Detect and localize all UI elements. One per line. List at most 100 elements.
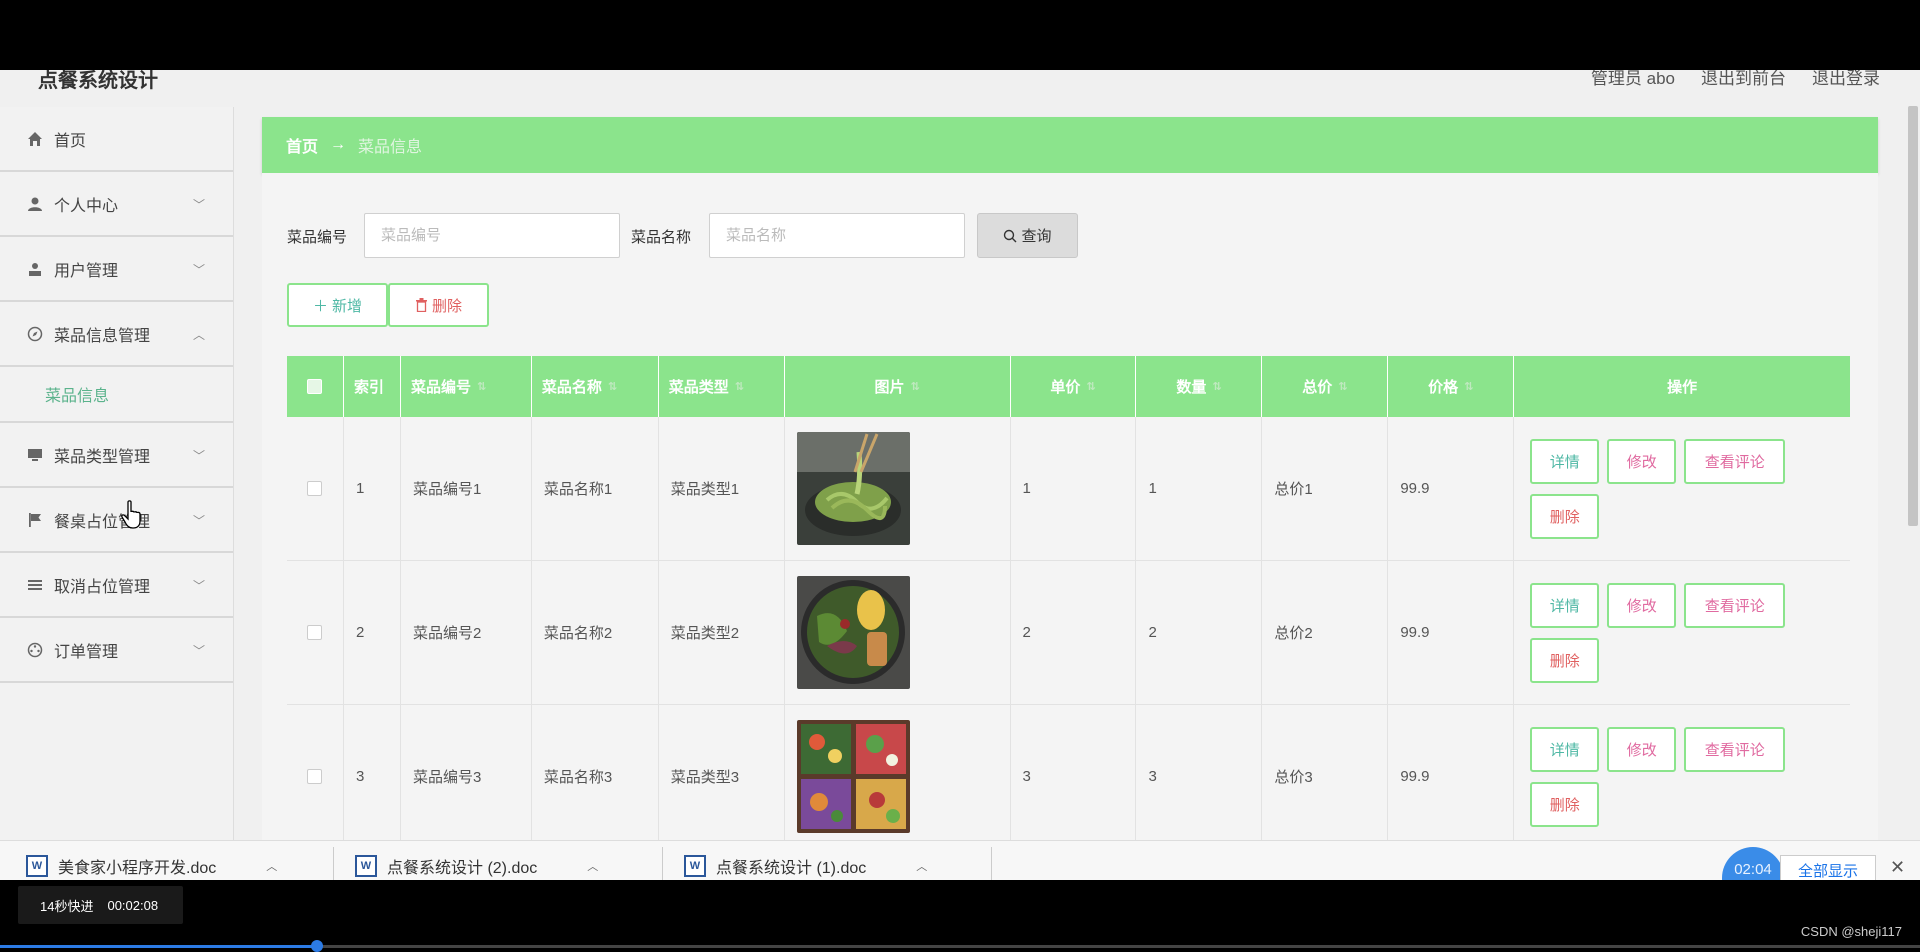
edit-button[interactable]: 修改 [1607, 438, 1677, 484]
delete-row-button[interactable]: 删除 [1530, 493, 1600, 539]
column-header[interactable]: 总价 ⇅ [1262, 356, 1389, 417]
index-cell: 3 [344, 705, 401, 848]
total-cell: 总价1 [1262, 417, 1389, 560]
dish-name-label: 菜品名称 [631, 229, 692, 246]
row-checkbox[interactable] [307, 625, 323, 640]
operations-group: 详情 修改 查看评论 删除 [1526, 582, 1796, 683]
chevron-up-icon[interactable]: ︿ [587, 858, 598, 874]
add-button[interactable]: ＋ 新增 [287, 283, 388, 327]
chevron-up-icon[interactable]: ︿ [266, 858, 277, 874]
search-icon [1004, 229, 1017, 242]
view-comments-button[interactable]: 查看评论 [1684, 582, 1786, 628]
vertical-scrollbar[interactable] [1906, 106, 1920, 880]
word-doc-icon: W [355, 855, 377, 877]
breadcrumb-home-link[interactable]: 首页 [286, 133, 318, 157]
select-all-checkbox[interactable] [307, 379, 323, 394]
search-button[interactable]: 查询 [977, 213, 1078, 258]
scrollbar-thumb[interactable] [1908, 106, 1918, 526]
dish-code-input[interactable] [364, 213, 620, 258]
admin-name: 管理员 abo [1590, 70, 1675, 88]
site-title: 点餐系统设计 [38, 70, 158, 92]
sidebar-item-order-management[interactable]: 订单管理 ﹀ [0, 618, 233, 683]
download-filename: 点餐系统设计 (1).doc [716, 860, 867, 877]
header-links: 管理员 abo 退出到前台 退出登录 [1591, 70, 1880, 89]
sidebar-item-dish-type-management[interactable]: 菜品类型管理 ﹀ [0, 423, 233, 488]
show-all-downloads-button[interactable]: 全部显示 [1780, 855, 1876, 880]
total-cell: 总价3 [1262, 705, 1389, 848]
column-header[interactable]: 价格 ⇅ [1388, 356, 1515, 417]
dish-name-input[interactable] [709, 213, 965, 258]
table-header: 索引 菜品编号 ⇅ 菜品名称 ⇅ 菜品类型 ⇅ 图片 ⇅ 单价 ⇅ 数量 ⇅ 总价 ⇅ 价格 ⇅… [287, 356, 1850, 417]
column-header-label: 单价 [1050, 379, 1081, 396]
delete-row-button[interactable]: 删除 [1530, 781, 1600, 827]
divider [991, 847, 992, 880]
sidebar-item-home[interactable]: 首页 [0, 107, 233, 172]
recording-timer[interactable]: 02:04 [1722, 847, 1784, 880]
trash-icon [415, 298, 427, 312]
sidebar-item-table-reservation[interactable]: 餐桌占位管理 ﹀ [0, 488, 233, 553]
index-cell: 1 [344, 417, 401, 560]
chevron-up-icon[interactable]: ︿ [916, 858, 927, 874]
view-comments-button[interactable]: 查看评论 [1684, 726, 1786, 772]
close-icon[interactable]: ✕ [1890, 857, 1905, 878]
download-item[interactable]: W 点餐系统设计 (1).doc ︿ [684, 851, 927, 880]
sidebar-subitem-dish-info[interactable]: 菜品信息 [0, 367, 233, 423]
sidebar-item-label: 取消占位管理 [54, 578, 151, 596]
operations-cell: 详情 修改 查看评论 删除 [1514, 417, 1850, 560]
column-header[interactable]: 单价 ⇅ [1011, 356, 1137, 417]
detail-button[interactable]: 详情 [1530, 726, 1600, 772]
unit-price-cell: 2 [1011, 561, 1137, 704]
download-item[interactable]: W 美食家小程序开发.doc ︿ [26, 851, 277, 880]
edit-button[interactable]: 修改 [1607, 582, 1677, 628]
sidebar-item-personal-center[interactable]: 个人中心 ﹀ [0, 172, 233, 237]
chevron-down-icon: ﹀ [192, 449, 205, 463]
dish-code-cell: 菜品编号1 [401, 417, 532, 560]
sidebar-item-dish-info-management[interactable]: 菜品信息管理 ︿ [0, 302, 233, 367]
operations-group: 详情 修改 查看评论 删除 [1526, 438, 1796, 539]
row-select-cell [287, 561, 344, 704]
image-cell [785, 561, 1011, 704]
column-header[interactable]: 菜品类型 ⇅ [659, 356, 785, 417]
column-header-label: 菜品编号 [410, 379, 471, 396]
main-content: 首页 → 菜品信息 菜品编号 菜品名称 查询 ＋ 新增 [262, 117, 1878, 880]
detail-button[interactable]: 详情 [1530, 582, 1600, 628]
video-progress-knob[interactable] [310, 940, 323, 952]
row-checkbox[interactable] [307, 769, 323, 784]
delete-row-button[interactable]: 删除 [1530, 637, 1600, 683]
dish-code-label: 菜品编号 [287, 229, 348, 246]
download-item[interactable]: W 点餐系统设计 (2).doc ︿ [355, 851, 598, 880]
sidebar-item-cancel-reservation[interactable]: 取消占位管理 ﹀ [0, 553, 233, 618]
hand-cursor-icon [121, 500, 141, 529]
column-header[interactable]: 数量 ⇅ [1136, 356, 1263, 417]
dish-type-cell: 菜品类型1 [659, 417, 785, 560]
logout-link[interactable]: 退出登录 [1812, 70, 1880, 89]
sidebar-item-label: 个人中心 [54, 197, 119, 215]
back-to-front-link[interactable]: 退出到前台 [1701, 70, 1786, 89]
column-header-label: 图片 [874, 379, 905, 396]
column-header-label: 总价 [1302, 379, 1333, 396]
detail-button[interactable]: 详情 [1530, 438, 1600, 484]
column-header[interactable]: 菜品编号 ⇅ [401, 356, 532, 417]
batch-delete-button[interactable]: 删除 [388, 283, 489, 327]
video-progress-bar[interactable] [0, 940, 1920, 952]
sidebar-item-user-management[interactable]: 用户管理 ﹀ [0, 237, 233, 302]
fast-forward-label: 14秒快进 [40, 898, 94, 914]
dial-icon [26, 641, 44, 659]
quantity-cell: 1 [1136, 417, 1263, 560]
row-checkbox[interactable] [307, 481, 323, 496]
chevron-down-icon: ﹀ [192, 514, 205, 528]
sort-icon: ⇅ [476, 381, 487, 393]
dish-table: 索引 菜品编号 ⇅ 菜品名称 ⇅ 菜品类型 ⇅ 图片 ⇅ 单价 ⇅ 数量 ⇅ 总价 ⇅ 价格 ⇅… [287, 356, 1850, 849]
operations-cell: 详情 修改 查看评论 删除 [1514, 705, 1850, 848]
column-header-label: 操作 [1667, 379, 1698, 396]
dish-type-cell: 菜品类型2 [659, 561, 785, 704]
sidebar-item-label: 首页 [54, 132, 87, 150]
chevron-down-icon: ﹀ [192, 198, 205, 212]
view-comments-button[interactable]: 查看评论 [1684, 438, 1786, 484]
column-header[interactable]: 图片 ⇅ [785, 356, 1011, 417]
breadcrumb: 首页 → 菜品信息 [262, 117, 1878, 173]
edit-button[interactable]: 修改 [1607, 726, 1677, 772]
column-header[interactable]: 菜品名称 ⇅ [532, 356, 659, 417]
table-row: 2 菜品编号2 菜品名称2 菜品类型2 2 2 总价2 99.9 详情 修改 查… [287, 561, 1850, 705]
sort-icon: ⇅ [910, 381, 920, 393]
